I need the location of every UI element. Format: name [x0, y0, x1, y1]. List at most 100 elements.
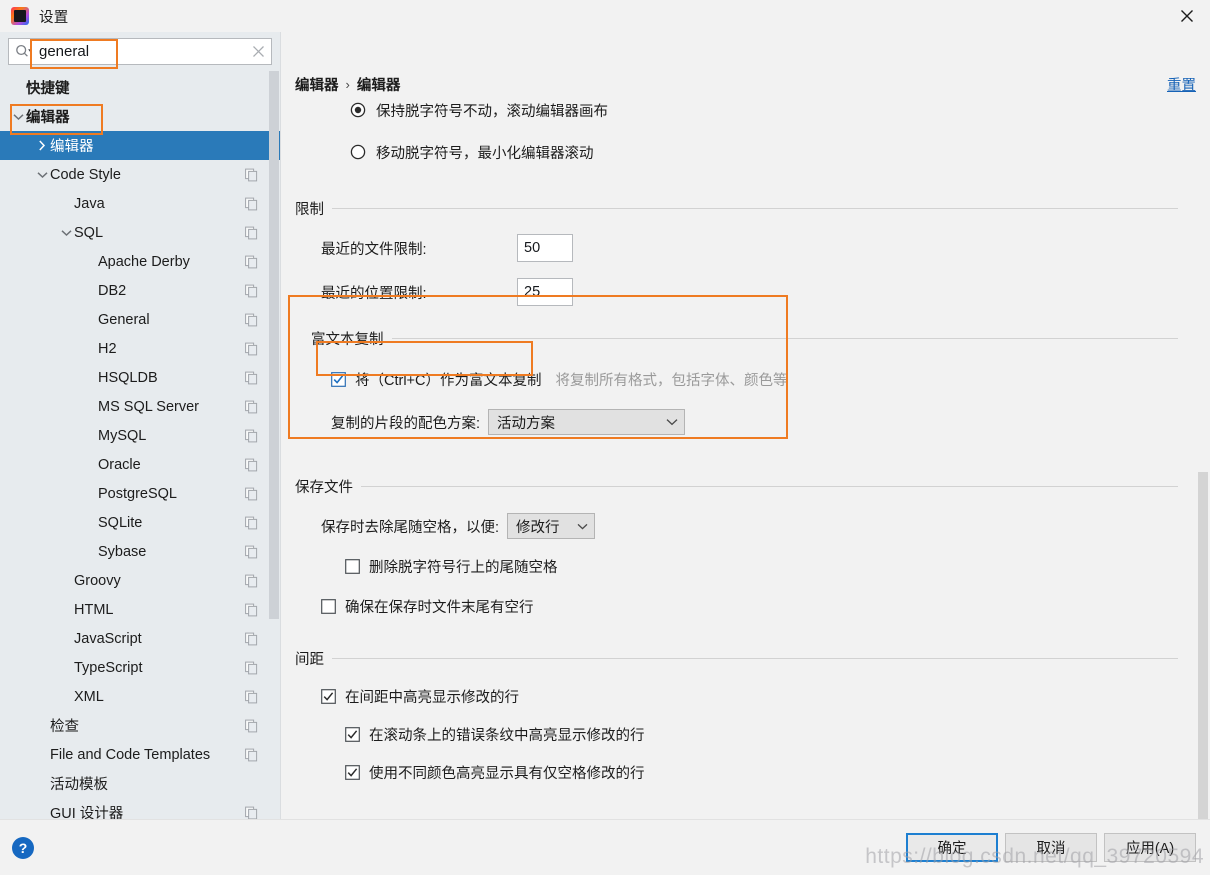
divider: [332, 207, 1178, 209]
sidebar-item-24[interactable]: 活动模板: [0, 769, 280, 798]
settings-sidebar: 快捷键编辑器编辑器Code StyleJavaSQLApache DerbyDB…: [0, 32, 281, 819]
sidebar-item-8[interactable]: General: [0, 305, 280, 334]
radio-move-caret[interactable]: 移动脱字符号，最小化编辑器滚动: [350, 140, 1178, 164]
sidebar-item-20[interactable]: TypeScript: [0, 653, 280, 682]
chevron-down-icon[interactable]: [34, 171, 50, 179]
sidebar-item-23[interactable]: File and Code Templates: [0, 740, 280, 769]
search-input[interactable]: [37, 40, 245, 63]
strip-spaces-dropdown[interactable]: 修改行: [507, 513, 596, 539]
sidebar-item-2[interactable]: 编辑器: [0, 131, 280, 160]
sidebar-item-label: Groovy: [74, 572, 121, 589]
sidebar-item-22[interactable]: 检查: [0, 711, 280, 740]
sidebar-item-5[interactable]: SQL: [0, 218, 280, 247]
rich-copy-checkbox-label: 将（Ctrl+C）作为富文本复制: [355, 372, 542, 389]
sidebar-scrollbar-thumb[interactable]: [269, 71, 279, 619]
sidebar-item-7[interactable]: DB2: [0, 276, 280, 305]
copy-settings-icon[interactable]: [245, 719, 258, 732]
copy-settings-icon[interactable]: [245, 632, 258, 645]
copy-settings-icon[interactable]: [245, 197, 258, 210]
sidebar-item-label: 编辑器: [50, 139, 94, 155]
copy-settings-icon[interactable]: [245, 661, 258, 674]
chevron-down-icon[interactable]: [58, 229, 74, 237]
sidebar-item-21[interactable]: XML: [0, 682, 280, 711]
sidebar-item-25[interactable]: GUI 设计器: [0, 798, 280, 819]
copy-settings-icon[interactable]: [245, 458, 258, 471]
close-icon[interactable]: [1164, 0, 1210, 32]
sidebar-item-label: Apache Derby: [98, 253, 190, 270]
clear-icon[interactable]: [245, 39, 271, 64]
sidebar-item-0[interactable]: 快捷键: [0, 73, 280, 102]
sidebar-item-19[interactable]: JavaScript: [0, 624, 280, 653]
radio-keep-caret[interactable]: 保持脱字符号不动，滚动编辑器画布: [350, 98, 1178, 122]
content-scrollbar[interactable]: [1198, 32, 1208, 819]
radio-unselected-icon: [350, 144, 366, 160]
copy-settings-icon[interactable]: [245, 516, 258, 529]
sidebar-item-label: Code Style: [50, 166, 121, 183]
settings-tree[interactable]: 快捷键 编辑器 编辑器 Code Style Java SQL Apache Derby DB…: [0, 71, 280, 819]
sidebar-item-4[interactable]: Java: [0, 189, 280, 218]
copy-settings-icon[interactable]: [245, 574, 258, 587]
settings-dialog: 设置 general 快捷键 编辑器 编辑器 Code Style Java S…: [0, 0, 1210, 875]
divider: [332, 657, 1178, 659]
search-icon[interactable]: [9, 39, 37, 64]
search-box[interactable]: [8, 38, 272, 65]
apply-button[interactable]: 应用(A): [1104, 833, 1196, 862]
copy-settings-icon[interactable]: [245, 342, 258, 355]
sidebar-scrollbar[interactable]: [269, 71, 279, 777]
sidebar-item-16[interactable]: Sybase: [0, 537, 280, 566]
copy-settings-icon[interactable]: [245, 168, 258, 181]
content-scrollbar-thumb[interactable]: [1198, 472, 1208, 819]
checkbox-checked-icon: [331, 371, 346, 387]
sidebar-item-10[interactable]: HSQLDB: [0, 363, 280, 392]
copy-settings-icon[interactable]: [245, 603, 258, 616]
sidebar-item-18[interactable]: HTML: [0, 595, 280, 624]
sidebar-item-11[interactable]: MS SQL Server: [0, 392, 280, 421]
sidebar-item-1[interactable]: 编辑器: [0, 102, 280, 131]
copy-settings-icon[interactable]: [245, 371, 258, 384]
divider: [391, 337, 1178, 339]
color-scheme-value: 活动方案: [497, 415, 556, 432]
gutter-options: 在间距中高亮显示修改的行在滚动条上的错误条纹中高亮显示修改的行 使用不同颜色高亮显…: [295, 684, 1178, 784]
checkbox-unchecked-icon: [321, 598, 336, 614]
gutter-option-0[interactable]: 在间距中高亮显示修改的行: [321, 684, 1178, 708]
copy-settings-icon[interactable]: [245, 748, 258, 761]
copy-settings-icon[interactable]: [245, 429, 258, 442]
recent-files-limit-input[interactable]: [517, 234, 573, 262]
copy-settings-icon[interactable]: [245, 226, 258, 239]
copy-settings-icon[interactable]: [245, 545, 258, 558]
gutter-option-2[interactable]: 使用不同颜色高亮显示具有仅空格修改的行: [345, 760, 1178, 784]
sidebar-item-3[interactable]: Code Style: [0, 160, 280, 189]
sidebar-item-9[interactable]: H2: [0, 334, 280, 363]
copy-settings-icon[interactable]: [245, 255, 258, 268]
color-scheme-dropdown[interactable]: 活动方案: [488, 409, 686, 435]
copy-settings-icon[interactable]: [245, 806, 258, 819]
rich-copy-checkbox-row[interactable]: 将（Ctrl+C）作为富文本复制 将复制所有格式，包括字体、颜色等: [331, 364, 1178, 394]
gutter-header: 间距: [295, 648, 1178, 668]
copy-settings-icon[interactable]: [245, 313, 258, 326]
ok-button[interactable]: 确定: [906, 833, 998, 862]
checkbox-checked-icon: [321, 688, 336, 704]
sidebar-item-6[interactable]: Apache Derby: [0, 247, 280, 276]
copy-settings-icon[interactable]: [245, 487, 258, 500]
sidebar-item-label: Java: [74, 195, 105, 212]
rich-copy-scheme-row: 复制的片段的配色方案: 活动方案: [331, 408, 1178, 436]
sidebar-item-15[interactable]: SQLite: [0, 508, 280, 537]
copy-settings-icon[interactable]: [245, 690, 258, 703]
title-bar: 设置: [0, 0, 1210, 32]
sidebar-item-14[interactable]: PostgreSQL: [0, 479, 280, 508]
gutter-option-1[interactable]: 在滚动条上的错误条纹中高亮显示修改的行: [345, 722, 1178, 746]
chevron-down-icon[interactable]: [10, 113, 26, 121]
sidebar-item-label: 编辑器: [26, 110, 70, 126]
copy-settings-icon[interactable]: [245, 400, 258, 413]
sidebar-item-13[interactable]: Oracle: [0, 450, 280, 479]
strip-caret-line-row[interactable]: 删除脱字符号行上的尾随空格: [345, 554, 1178, 578]
sidebar-item-12[interactable]: MySQL: [0, 421, 280, 450]
save-files-header: 保存文件: [295, 476, 1178, 496]
sidebar-item-17[interactable]: Groovy: [0, 566, 280, 595]
copy-settings-icon[interactable]: [245, 284, 258, 297]
help-icon[interactable]: ?: [12, 836, 34, 859]
chevron-right-icon[interactable]: [34, 140, 50, 151]
cancel-button[interactable]: 取消: [1005, 833, 1097, 862]
ensure-blank-line-row[interactable]: 确保在保存时文件末尾有空行: [321, 594, 1178, 618]
recent-locations-limit-input[interactable]: [517, 278, 573, 306]
